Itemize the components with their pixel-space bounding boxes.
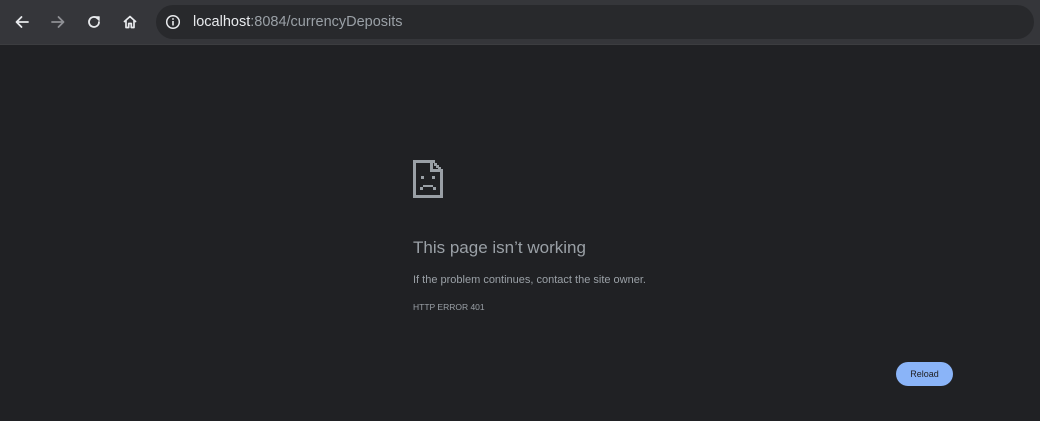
error-page: This page isn’t working If the problem c… — [0, 45, 1040, 421]
home-button[interactable] — [116, 8, 144, 36]
url-host: localhost — [193, 14, 251, 30]
url-text[interactable]: localhost:8084/currencyDeposits — [193, 14, 403, 31]
back-button[interactable] — [8, 8, 36, 36]
reload-button[interactable]: Reload — [896, 362, 953, 386]
forward-button[interactable] — [44, 8, 72, 36]
url-path: :8084/currencyDeposits — [250, 14, 403, 30]
error-description: If the problem continues, contact the si… — [413, 274, 646, 286]
home-icon — [123, 15, 137, 29]
reload-icon — [88, 16, 100, 28]
sad-page-icon — [413, 160, 443, 198]
arrow-left-icon — [15, 16, 29, 28]
info-circle-icon[interactable] — [165, 14, 181, 30]
error-code: HTTP ERROR 401 — [413, 302, 485, 312]
error-title: This page isn’t working — [413, 238, 586, 257]
browser-toolbar: localhost:8084/currencyDeposits — [0, 0, 1040, 45]
address-bar[interactable]: localhost:8084/currencyDeposits — [156, 5, 1034, 39]
reload-page-button[interactable] — [80, 8, 108, 36]
arrow-right-icon — [51, 16, 65, 28]
